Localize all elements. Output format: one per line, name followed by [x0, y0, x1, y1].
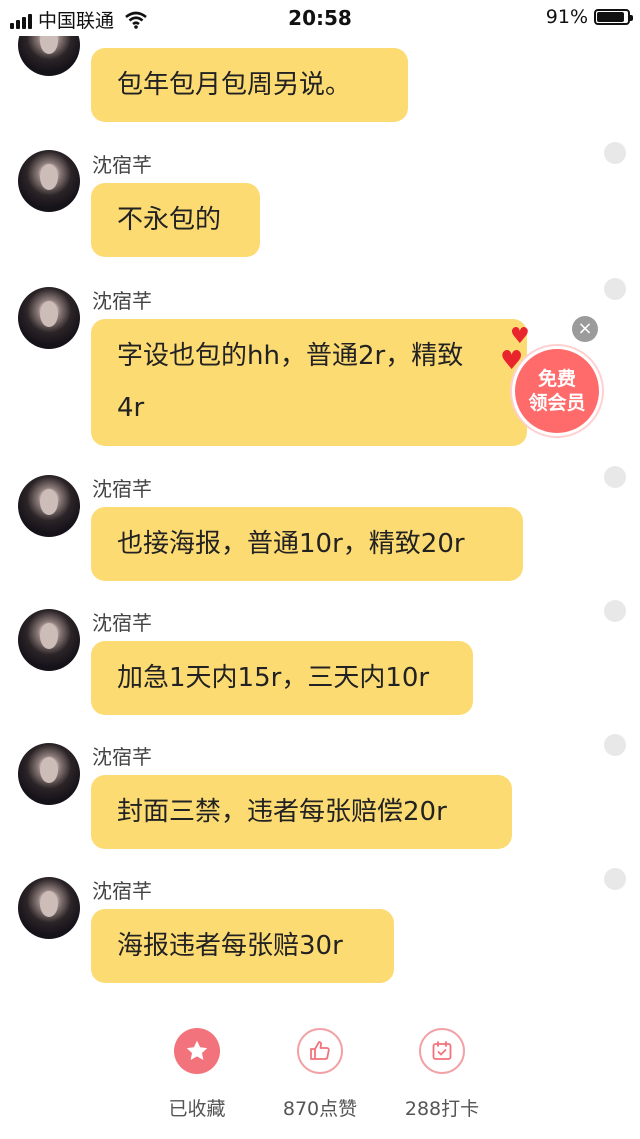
promo-line2: 领会员: [528, 392, 586, 414]
status-dot: [604, 600, 626, 622]
sender-name: 沈宿芊: [92, 745, 152, 769]
promo-line1: 免费: [537, 368, 576, 390]
message-text: 加急1天内15r，三天内10r: [117, 663, 430, 693]
status-dot: [604, 868, 626, 890]
message-bubble[interactable]: 包年包月包周另说。: [91, 48, 408, 122]
status-dot: [604, 278, 626, 300]
battery-icon: [594, 9, 633, 25]
message-text: 包年包月包周另说。: [117, 70, 352, 100]
message-bubble[interactable]: 加急1天内15r，三天内10r: [91, 641, 473, 715]
promo-circle[interactable]: 免费 领会员: [512, 346, 602, 436]
sender-name: 沈宿芊: [92, 153, 152, 177]
favorite-button[interactable]: 已收藏: [137, 1028, 257, 1121]
message-text: 4r: [117, 393, 145, 423]
status-dot: [604, 466, 626, 488]
message-text: 海报违者每张赔30r: [117, 931, 343, 961]
clock: 20:58: [288, 6, 352, 30]
message-text: 不永包的: [117, 205, 222, 235]
calendar-check-icon: [419, 1028, 465, 1074]
message-bubble[interactable]: 字设也包的hh，普通2r，精致 4r: [91, 319, 527, 446]
chat-list[interactable]: 包年包月包周另说。 沈宿芊 不永包的 沈宿芊 字设也包的hh，普通2r，精致 4…: [0, 0, 640, 1000]
checkin-label: 288打卡: [404, 1098, 480, 1120]
battery-percent: 91%: [545, 6, 588, 28]
avatar[interactable]: [18, 475, 80, 537]
message-text: 也接海报，普通10r，精致20r: [117, 529, 465, 559]
star-icon: [174, 1028, 220, 1074]
avatar[interactable]: [18, 609, 80, 671]
avatar[interactable]: [18, 150, 80, 212]
like-label: 870点赞: [282, 1098, 358, 1120]
status-dot: [604, 142, 626, 164]
message-bubble[interactable]: 海报违者每张赔30r: [91, 909, 394, 983]
avatar[interactable]: [18, 877, 80, 939]
message-text: 字设也包的hh，普通2r，精致: [117, 341, 464, 371]
like-button[interactable]: 870点赞: [260, 1028, 380, 1121]
sender-name: 沈宿芊: [92, 879, 152, 903]
status-bar: 中国联通 20:58 91%: [0, 0, 640, 36]
checkin-button[interactable]: 288打卡: [382, 1028, 502, 1121]
avatar[interactable]: [18, 743, 80, 805]
sender-name: 沈宿芊: [92, 611, 152, 635]
status-dot: [604, 734, 626, 756]
thumbs-up-icon: [297, 1028, 343, 1074]
sender-name: 沈宿芊: [92, 289, 152, 313]
avatar[interactable]: [18, 287, 80, 349]
message-text: 封面三禁，违者每张赔偿20r: [117, 797, 447, 827]
message-bubble[interactable]: 不永包的: [91, 183, 260, 257]
sender-name: 沈宿芊: [92, 477, 152, 501]
message-bubble[interactable]: 封面三禁，违者每张赔偿20r: [91, 775, 512, 849]
favorite-label: 已收藏: [168, 1098, 226, 1120]
action-bar: 已收藏 870点赞 288打卡: [0, 1000, 640, 1139]
message-bubble[interactable]: 也接海报，普通10r，精致20r: [91, 507, 523, 581]
close-icon[interactable]: ×: [572, 316, 598, 342]
